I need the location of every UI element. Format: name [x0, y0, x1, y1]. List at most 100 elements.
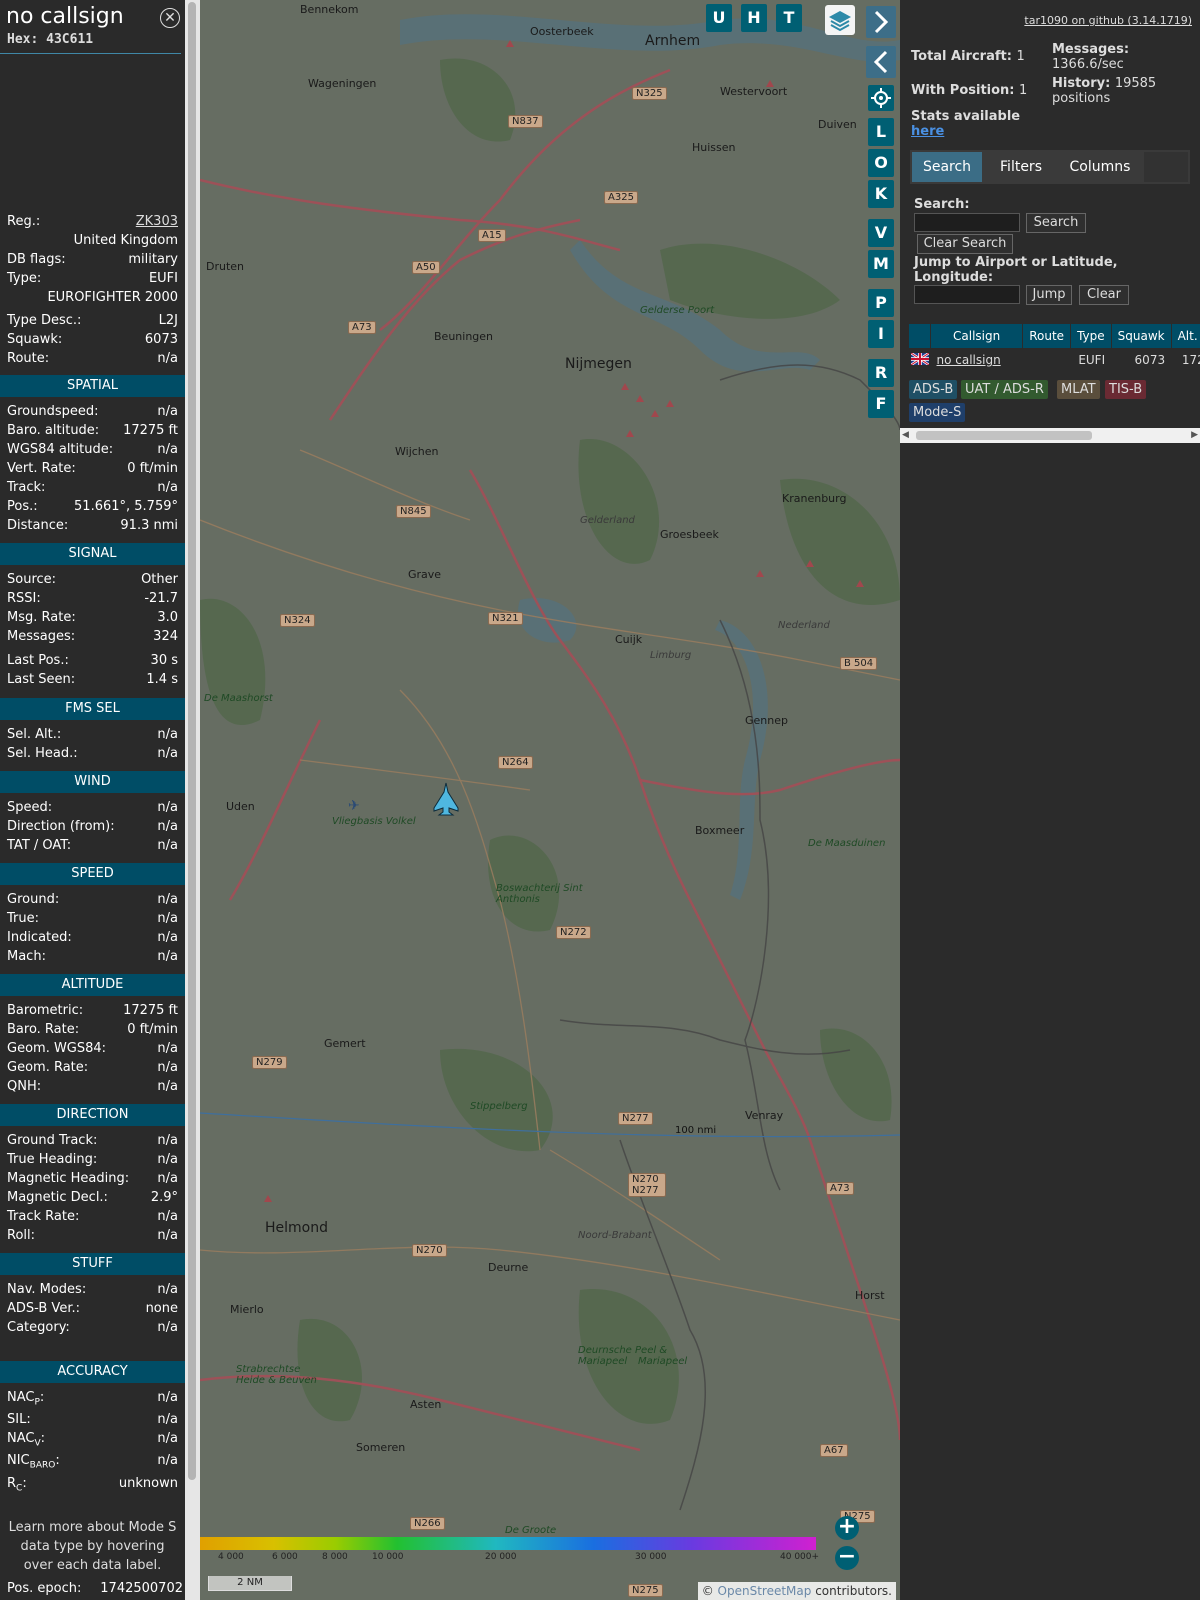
altitude-tick-label: 20 000 [485, 1552, 517, 1562]
map-button-u[interactable]: U [706, 4, 732, 32]
col-alt[interactable]: Alt. (ft) [1170, 323, 1200, 349]
last-pos-row: Last Pos.: 30 s [7, 653, 178, 668]
pos-epoch-row: Pos. epoch: 1742500702 [7, 1581, 183, 1596]
selected-callsign: no callsign [6, 4, 124, 29]
route-row: Route: n/a [7, 351, 178, 366]
layers-icon[interactable] [825, 5, 855, 35]
map-view[interactable]: Bennekom Oosterbeek Arnhem Westervoort Duive… [200, 0, 900, 1600]
info-note: Learn more about Mode S data type by hov… [8, 1520, 177, 1573]
map-button-o[interactable]: O [868, 149, 894, 177]
place-label: Strabrechtse Heide & Beuven [236, 1364, 317, 1386]
source-uat: UAT / ADS-R [961, 380, 1048, 399]
aircraft-icon[interactable] [432, 782, 460, 816]
row-alt: 17275 [1181, 353, 1200, 367]
tab-extra[interactable] [1144, 152, 1188, 182]
row-callsign[interactable]: no callsign [931, 349, 1023, 372]
tab-search[interactable]: Search [912, 152, 982, 182]
road-shield: N321 [488, 612, 523, 625]
col-callsign[interactable]: Callsign [929, 323, 1024, 349]
ground-track-row: Ground Track: n/a [7, 1133, 178, 1148]
map-button-f[interactable]: F [868, 390, 894, 418]
map-button-v[interactable]: V [868, 219, 894, 247]
map-button-t[interactable]: T [776, 4, 802, 32]
messages-rate: Messages: 1366.6/sec [1052, 42, 1130, 72]
last-seen-row: Last Seen: 1.4 s [7, 672, 178, 687]
barometric-row: Barometric: 17275 ft [7, 1003, 178, 1018]
osm-link[interactable]: OpenStreetMap [718, 1584, 812, 1598]
typedesc-row: Type Desc.: L2J [7, 313, 178, 328]
section-direction: DIRECTION [0, 1104, 185, 1126]
place-label: Wageningen [308, 77, 377, 90]
source-row: Source: Other [7, 572, 178, 587]
dbflags-row: DB flags: military [7, 252, 178, 267]
search-input[interactable] [914, 213, 1020, 232]
mag-heading-row: Magnetic Heading: n/a [7, 1171, 178, 1186]
vert-rate-row: Vert. Rate: 0 ft/min [7, 461, 178, 476]
table-scrollbar[interactable]: ◀ ▶ [900, 428, 1200, 443]
uk-flag-icon [909, 349, 931, 372]
wind-speed-row: Speed: n/a [7, 800, 178, 815]
tab-filters[interactable]: Filters [986, 152, 1056, 182]
true-heading-row: True Heading: n/a [7, 1152, 178, 1167]
place-label: Druten [206, 260, 245, 273]
source-mlat: MLAT [1057, 380, 1100, 399]
place-label: Someren [356, 1441, 406, 1454]
baro-alt-row: Baro. altitude: 17275 ft [7, 423, 178, 438]
map-button-p[interactable]: P [868, 289, 894, 317]
zoom-in-icon[interactable]: + [835, 1516, 859, 1540]
github-link[interactable]: tar1090 on github (3.14.1719) [1024, 14, 1192, 27]
tab-columns[interactable]: Columns [1060, 152, 1140, 182]
reg-link[interactable]: ZK303 [136, 214, 178, 229]
place-label: Nijmegen [565, 356, 632, 372]
map-button-h[interactable]: H [741, 4, 767, 32]
search-label: Search: [914, 197, 970, 212]
section-wind: WIND [0, 771, 185, 793]
scale-bar: 2 NM [208, 1576, 292, 1591]
nav-modes-row: Nav. Modes: n/a [7, 1282, 178, 1297]
table-row[interactable]: no callsign EUFI 6073 17275 [909, 349, 1200, 372]
altitude-tick-label: 30 000 [635, 1552, 667, 1562]
row-squawk: 6073 [1134, 353, 1166, 367]
baro-rate-row: Baro. Rate: 0 ft/min [7, 1022, 178, 1037]
stats-link[interactable]: here [911, 124, 944, 139]
clear-button[interactable]: Clear [1079, 285, 1129, 305]
road-shield: N270 [412, 1244, 447, 1257]
category-row: Category: n/a [7, 1320, 178, 1335]
chevron-right-icon[interactable] [866, 6, 896, 38]
close-icon[interactable]: ✕ [160, 8, 180, 28]
zoom-out-icon[interactable]: − [835, 1546, 859, 1570]
gear-icon[interactable] [868, 85, 894, 111]
place-label: Gelderland [580, 515, 635, 526]
true-speed-row: True: n/a [7, 911, 178, 926]
col-squawk[interactable]: Squawk [1110, 323, 1172, 349]
stats-available: Stats available here [911, 109, 1021, 139]
col-route[interactable]: Route [1022, 323, 1072, 349]
clear-search-button[interactable]: Clear Search [917, 234, 1013, 254]
jump-button[interactable]: Jump [1026, 285, 1072, 305]
total-aircraft: Total Aircraft: 1 [911, 49, 1025, 64]
rssi-row: RSSI: -21.7 [7, 591, 178, 606]
left-panel-scrollbar[interactable] [185, 0, 200, 1600]
chevron-left-icon[interactable] [866, 46, 896, 78]
wind-direction-row: Direction (from): n/a [7, 819, 178, 834]
map-button-k[interactable]: K [868, 180, 894, 208]
qnh-row: QNH: n/a [7, 1079, 178, 1094]
place-label: Arnhem [645, 33, 701, 49]
jump-input[interactable] [914, 285, 1020, 304]
road-shield: N266 [410, 1517, 445, 1530]
search-button[interactable]: Search [1026, 213, 1086, 233]
place-label: Bennekom [300, 3, 359, 16]
section-signal: SIGNAL [0, 543, 185, 565]
place-label: Stippelberg [470, 1101, 528, 1112]
airport-icon: ✈ [348, 798, 360, 814]
reg-row: Reg.: ZK303 [7, 214, 178, 229]
place-label: Boxmeer [695, 824, 745, 837]
map-button-r[interactable]: R [868, 359, 894, 387]
place-label: Cuijk [615, 633, 643, 646]
map-button-l[interactable]: L [868, 118, 894, 146]
type-row: Type: EUFI [7, 271, 178, 286]
place-label: Kranenburg [782, 492, 847, 505]
map-button-m[interactable]: M [868, 250, 894, 278]
map-button-i[interactable]: I [868, 320, 894, 348]
col-type[interactable]: Type [1070, 323, 1112, 349]
